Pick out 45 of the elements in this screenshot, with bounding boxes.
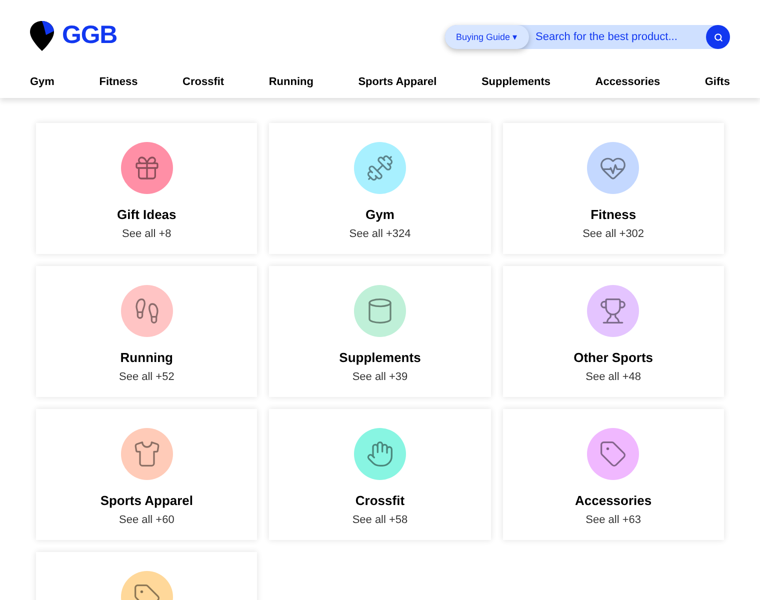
search-field[interactable]: Buying Guide ▾ Search for the best product... [445, 25, 730, 50]
buying-guide-dropdown[interactable]: Buying Guide ▾ [445, 25, 529, 50]
category-card[interactable]: Fitness See all +302 [502, 123, 724, 254]
category-title: Supplements [339, 349, 421, 367]
nav-link[interactable]: Sports Apparel [358, 74, 437, 90]
see-all-link[interactable]: See all +52 [118, 368, 174, 385]
nav-link[interactable]: Accessories [595, 74, 660, 90]
see-all-link[interactable]: See all +8 [122, 226, 172, 242]
gift-icon [132, 154, 161, 182]
pin-logo-icon [30, 20, 54, 51]
see-all-link[interactable]: See all +39 [352, 368, 408, 385]
category-title: Accessories [575, 492, 652, 510]
see-all-link[interactable]: See all +324 [349, 226, 411, 242]
category-title: Other Sports [574, 349, 654, 367]
category-title: Fitness [590, 206, 636, 224]
category-card[interactable]: Accessories See all +63 [502, 409, 724, 540]
nav-link[interactable]: Gym [30, 74, 54, 90]
tag-icon [599, 440, 628, 468]
search-button[interactable] [706, 25, 730, 50]
trophy-icon [599, 297, 628, 325]
see-all-link[interactable]: See all +63 [586, 512, 641, 528]
nav-link[interactable]: Running [268, 74, 314, 90]
nav-link[interactable]: Gifts [704, 74, 730, 90]
category-card[interactable]: Running See all +52 [36, 266, 258, 397]
dumbbell-icon [366, 154, 394, 182]
see-all-link[interactable]: See all +58 [352, 512, 408, 528]
see-all-link[interactable]: See all +60 [118, 512, 174, 528]
category-card[interactable]: Gift Ideas See all +8 [36, 123, 258, 254]
see-all-link[interactable]: See all +302 [582, 226, 644, 242]
category-card[interactable]: Supplements See all +39 [269, 266, 491, 397]
category-title: Crossfit [355, 492, 405, 510]
see-all-link[interactable]: See all +48 [586, 368, 641, 385]
nav-link[interactable]: Crossfit [182, 74, 224, 90]
search-icon [714, 32, 722, 42]
logo-text[interactable]: GGB [62, 17, 118, 54]
category-card[interactable]: Other Sports See all +48 [502, 266, 724, 397]
category-title: Running [120, 349, 174, 367]
category-title: Gift Ideas [117, 206, 176, 224]
category-card[interactable]: Crossfit See all +58 [269, 409, 491, 540]
category-card[interactable]: Sports Apparel See all +60 [36, 409, 258, 540]
category-title: Gym [366, 206, 394, 224]
nav-link[interactable]: Fitness [99, 74, 138, 90]
category-card[interactable]: Gym See all +324 [269, 123, 491, 254]
nav-link[interactable]: Supplements [481, 74, 551, 90]
category-title: Sports Apparel [100, 492, 194, 510]
